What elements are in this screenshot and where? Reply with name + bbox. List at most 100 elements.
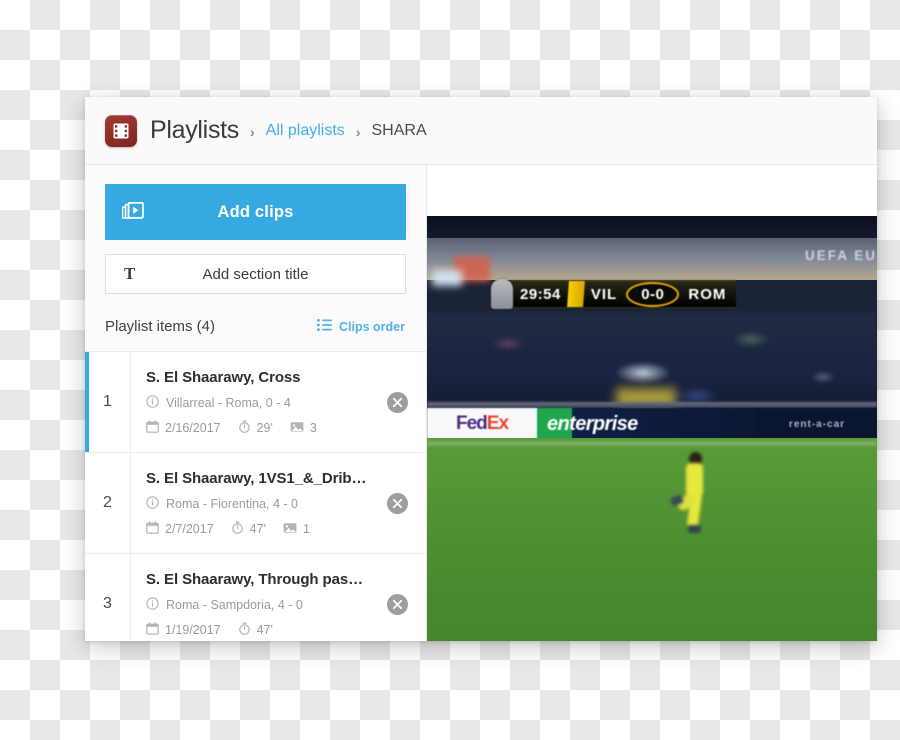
playlist-items-count-label: Playlist items (4) <box>105 318 216 335</box>
clips-order-button[interactable]: Clips order <box>317 318 405 336</box>
list-order-icon <box>317 318 332 336</box>
scoreboard-bar: 29:54 VIL 0-0 ROM <box>510 280 737 308</box>
clip-title: S. El Shaarawy, Through passes <box>146 571 368 588</box>
playlist-items-header: Playlist items (4) Clips order <box>85 302 426 352</box>
clip-match-meta: Roma - Sampdoria, 4 - 0 <box>146 597 368 613</box>
close-circle-icon <box>386 593 408 615</box>
film-strip-icon <box>105 114 137 147</box>
match-score: 0-0 <box>626 281 680 307</box>
calendar-icon <box>146 420 159 436</box>
image-icon <box>290 420 304 436</box>
window-body: Add clips T Add section title Playlist i… <box>85 165 877 641</box>
pitch <box>427 438 877 641</box>
clip-time-label: 47' <box>249 522 266 536</box>
away-team-abbr: ROM <box>688 285 727 303</box>
clip-date-group: 2/16/2017 <box>146 420 221 436</box>
ad-board-fedex: Fed Ex <box>427 408 537 440</box>
trophy-icon <box>491 279 513 309</box>
clip-date-group: 2/7/2017 <box>146 521 214 537</box>
add-clips-label: Add clips <box>217 202 294 221</box>
clip-images-count: 3 <box>309 421 317 435</box>
video-topbar <box>427 165 877 216</box>
image-icon <box>283 521 297 537</box>
clip-stats-meta: 2/16/2017 29' 3 <box>146 420 368 436</box>
clip-stats-meta: 1/19/2017 47' <box>146 622 368 638</box>
sidebar-actions: Add clips T Add section title <box>85 165 426 294</box>
clip-match-label: Villarreal - Roma, 0 - 4 <box>166 396 291 410</box>
fedex-logo-part1: Fed <box>455 413 488 434</box>
info-circle-icon <box>146 597 159 613</box>
clip-title: S. El Shaarawy, 1VS1_&_Dribbli… <box>146 470 368 487</box>
clips-order-label: Clips order <box>339 319 405 334</box>
clip-title: S. El Shaarawy, Cross <box>146 369 301 386</box>
delete-clip-button[interactable] <box>368 352 426 452</box>
match-clock: 29:54 <box>520 285 561 303</box>
text-t-icon: T <box>124 264 136 283</box>
advertising-boards: Fed Ex enterprise rent-a-car <box>427 408 877 440</box>
page-title: Playlists <box>150 116 239 144</box>
competition-banner: UEFA EUROPA LE <box>805 247 877 263</box>
clip-date-label: 2/7/2017 <box>165 522 214 536</box>
clip-images-count: 1 <box>302 522 310 536</box>
clip-match-meta: Villarreal - Roma, 0 - 4 <box>146 395 368 411</box>
playlist-item-row[interactable]: 1 S. El Shaarawy, Cross Villarreal - Rom… <box>85 352 426 453</box>
calendar-icon <box>146 622 159 638</box>
row-content: S. El Shaarawy, 1VS1_&_Dribbli… Roma - F… <box>131 453 368 553</box>
clip-time-label: 29' <box>256 421 273 435</box>
clip-match-meta: Roma - Fiorentina, 4 - 0 <box>146 496 368 512</box>
clip-stats-meta: 2/7/2017 47' 1 <box>146 521 368 537</box>
sidebar: Add clips T Add section title Playlist i… <box>85 165 427 641</box>
ad-board-third: rent-a-car <box>757 408 877 440</box>
breadcrumb-separator-1: › <box>250 123 255 140</box>
calendar-icon <box>146 521 159 537</box>
row-content: S. El Shaarawy, Cross Villarreal - Roma,… <box>131 352 368 452</box>
stopwatch-icon <box>238 420 251 436</box>
close-circle-icon <box>386 492 408 514</box>
delete-clip-button[interactable] <box>368 453 426 553</box>
scoreboard-divider <box>566 281 585 307</box>
breadcrumb-separator-2: › <box>355 123 361 140</box>
close-circle-icon <box>386 391 408 413</box>
video-panel: UEFA EUROPA LE 29:54 VIL 0-0 ROM <box>427 165 877 641</box>
row-index: 1 <box>85 352 131 452</box>
delete-clip-button[interactable] <box>368 554 426 641</box>
breadcrumb-link-all-playlists[interactable]: All playlists <box>266 122 345 140</box>
playlist-item-row[interactable]: 2 S. El Shaarawy, 1VS1_&_Dribbli… Roma -… <box>85 453 426 554</box>
info-circle-icon <box>146 395 159 411</box>
player-figure <box>669 452 709 538</box>
clip-time-group: 29' <box>238 420 273 436</box>
row-index: 2 <box>85 453 131 553</box>
clip-time-group: 47' <box>231 521 266 537</box>
stopwatch-icon <box>238 622 251 638</box>
clip-match-label: Roma - Sampdoria, 4 - 0 <box>166 598 303 612</box>
info-circle-icon <box>146 496 159 512</box>
app-header: Playlists › All playlists › SHARA <box>85 97 877 165</box>
stadium-upper-stand <box>427 216 877 238</box>
clip-time-label: 47' <box>256 623 273 637</box>
stopwatch-icon <box>231 521 244 537</box>
clips-stack-play-icon <box>122 202 144 222</box>
player-boot-front <box>688 525 701 533</box>
playlist-items-list: 1 S. El Shaarawy, Cross Villarreal - Rom… <box>85 352 426 641</box>
add-clips-button[interactable]: Add clips <box>105 184 406 240</box>
clip-date-group: 1/19/2017 <box>146 622 221 638</box>
row-content: S. El Shaarawy, Through passes Roma - Sa… <box>131 554 368 641</box>
clip-time-group: 47' <box>238 622 273 638</box>
ad-board-enterprise: enterprise <box>537 408 757 440</box>
home-team-abbr: VIL <box>590 285 618 303</box>
add-section-title-label: Add section title <box>202 265 309 283</box>
add-section-title-button[interactable]: T Add section title <box>105 254 406 294</box>
clip-images-group: 3 <box>290 420 317 436</box>
clip-match-label: Roma - Fiorentina, 4 - 0 <box>166 497 298 511</box>
video-player[interactable]: UEFA EUROPA LE 29:54 VIL 0-0 ROM <box>427 216 877 641</box>
fedex-logo-part2: Ex <box>486 413 509 434</box>
scoreboard-overlay: 29:54 VIL 0-0 ROM <box>491 278 737 310</box>
track-marker-white <box>431 270 462 286</box>
clip-date-label: 1/19/2017 <box>165 623 221 637</box>
clip-date-label: 2/16/2017 <box>165 421 221 435</box>
row-index: 3 <box>85 554 131 641</box>
app-window: Playlists › All playlists › SHARA Add cl… <box>85 97 877 641</box>
playlist-item-row[interactable]: 3 S. El Shaarawy, Through passes Roma - … <box>85 554 426 641</box>
breadcrumb-current-playlist: SHARA <box>371 121 427 139</box>
clip-images-group: 1 <box>283 521 310 537</box>
